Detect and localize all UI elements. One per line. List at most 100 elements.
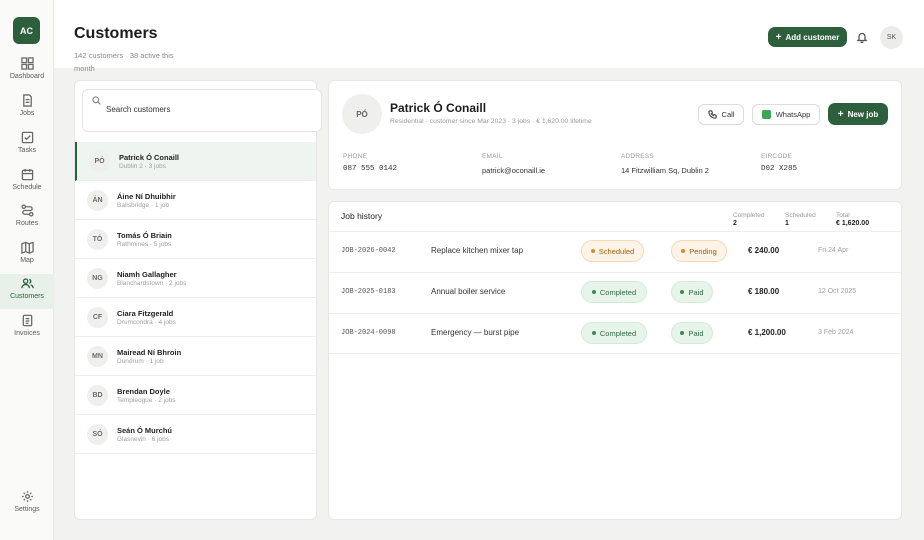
nav-customers[interactable]: Customers bbox=[0, 274, 54, 309]
stat-value: € 1,620.00 bbox=[836, 220, 870, 227]
payment-badge: Paid bbox=[671, 281, 713, 303]
customer-detail-card bbox=[328, 80, 902, 190]
plus-icon: + bbox=[837, 108, 844, 120]
stat-total: Total € 1,620.00 bbox=[836, 212, 869, 227]
customer-meta: Templeogue · 2 jobs bbox=[117, 397, 176, 404]
customer-list-item[interactable]: PÓ Patrick Ó Conaill Dublin 2 · 3 jobs bbox=[75, 142, 316, 181]
customer-list-item[interactable]: MN Mairead Ní Bhroin Dundrum · 1 job bbox=[75, 337, 316, 376]
job-description: Emergency — burst pipe bbox=[431, 328, 520, 337]
payment-text: Paid bbox=[688, 328, 704, 338]
call-label: Call bbox=[721, 110, 735, 119]
avatar: BD bbox=[87, 385, 108, 406]
job-row[interactable]: JOB-2026-0042 Replace kitchen mixer tap … bbox=[329, 231, 901, 272]
customer-list-item[interactable]: NG Niamh Gallagher Blanchardstown · 2 jo… bbox=[75, 259, 316, 298]
avatar: MN bbox=[87, 346, 108, 367]
avatar: NG bbox=[87, 268, 108, 289]
job-row[interactable]: JOB-2024-0098 Emergency — burst pipe Com… bbox=[329, 313, 901, 354]
customer-meta: Blanchardstown · 2 jobs bbox=[117, 280, 187, 287]
status-badge: Completed bbox=[581, 281, 647, 303]
status-text: Scheduled bbox=[598, 246, 635, 256]
customer-meta: Ballsbridge · 1 job bbox=[117, 202, 170, 209]
nav-label: Settings bbox=[14, 506, 40, 513]
nav-settings[interactable]: Settings bbox=[0, 490, 54, 522]
status-badge: Scheduled bbox=[581, 240, 644, 262]
customer-name: Mairead Ní Bhroin bbox=[117, 348, 182, 357]
nav-label: Schedule bbox=[12, 184, 42, 191]
payment-badge: Pending bbox=[671, 240, 727, 262]
stat-value: 2 bbox=[733, 220, 737, 227]
status-dot bbox=[681, 249, 686, 253]
job-description: Replace kitchen mixer tap bbox=[431, 246, 524, 255]
sidebar: AC Dashboard Jobs Tasks Schedule Routes … bbox=[0, 0, 54, 540]
nav-jobs[interactable]: Jobs bbox=[0, 94, 54, 126]
users-icon bbox=[20, 278, 34, 289]
job-description: Annual boiler service bbox=[431, 287, 506, 296]
nav-label: Map bbox=[20, 257, 34, 264]
email-label: EMAIL bbox=[482, 153, 503, 160]
phone-value: 087 555 0142 bbox=[343, 165, 398, 173]
customer-list-item[interactable]: ÁN Áine Ní Dhuibhir Ballsbridge · 1 job bbox=[75, 181, 316, 220]
job-amount: € 240.00 bbox=[748, 246, 780, 255]
nav-schedule[interactable]: Schedule bbox=[0, 168, 54, 200]
job-row[interactable]: JOB-2025-0183 Annual boiler service Comp… bbox=[329, 272, 901, 313]
email-value[interactable]: patrick@oconaill.ie bbox=[482, 166, 545, 175]
job-amount: € 1,200.00 bbox=[748, 328, 786, 337]
status-dot bbox=[591, 331, 596, 335]
eircode-value: D02 X285 bbox=[761, 165, 798, 173]
grid-icon bbox=[20, 57, 34, 70]
customer-detail-name: Patrick Ó Conaill bbox=[390, 101, 487, 115]
customer-name: Áine Ní Dhuibhir bbox=[117, 192, 176, 201]
customer-name: Niamh Gallagher bbox=[117, 270, 177, 279]
address-value: 14 Fitzwilliam Sq, Dublin 2 bbox=[621, 166, 709, 175]
add-customer-button[interactable]: + Add customer bbox=[768, 27, 847, 47]
nav-label: Tasks bbox=[18, 147, 36, 154]
customer-list-item[interactable]: CF Ciara Fitzgerald Drumcondra · 4 jobs bbox=[75, 298, 316, 337]
stat-scheduled: Scheduled 1 bbox=[785, 212, 816, 227]
job-amount: € 180.00 bbox=[748, 287, 780, 296]
payment-badge: Paid bbox=[671, 322, 713, 344]
page-title: Customers bbox=[74, 25, 158, 42]
nav-label: Dashboard bbox=[9, 73, 45, 80]
stat-label: Total bbox=[836, 212, 850, 219]
user-avatar[interactable]: SK bbox=[880, 26, 903, 49]
customer-name: Ciara Fitzgerald bbox=[117, 309, 174, 318]
nav-dashboard[interactable]: Dashboard bbox=[0, 57, 54, 89]
nav-map[interactable]: Map bbox=[0, 241, 54, 273]
map-icon bbox=[20, 241, 34, 254]
customer-name: Tomás Ó Briain bbox=[117, 231, 172, 240]
nav-invoices[interactable]: Invoices bbox=[0, 314, 54, 346]
checkbox-icon bbox=[21, 131, 33, 144]
notifications-button[interactable] bbox=[856, 30, 870, 44]
search-input[interactable] bbox=[106, 105, 306, 114]
payment-text: Pending bbox=[689, 246, 717, 256]
job-date: 3 Feb 2024 bbox=[818, 329, 854, 336]
job-id: JOB-2025-0183 bbox=[341, 288, 396, 296]
customer-meta: Glasnevin · 6 jobs bbox=[117, 436, 170, 443]
job-history-title: Job history bbox=[341, 211, 383, 221]
job-date: 12 Oct 2025 bbox=[818, 288, 857, 295]
customer-name: Seán Ó Murchú bbox=[117, 426, 173, 435]
status-dot bbox=[680, 290, 685, 294]
status-dot bbox=[590, 249, 595, 253]
new-job-button[interactable]: + New job bbox=[828, 103, 888, 125]
customer-list-item[interactable]: SÓ Seán Ó Murchú Glasnevin · 6 jobs bbox=[75, 415, 316, 454]
nav-tasks[interactable]: Tasks bbox=[0, 131, 54, 163]
call-button[interactable]: Call bbox=[698, 104, 744, 125]
nav-routes[interactable]: Routes bbox=[0, 204, 54, 236]
customer-list-item[interactable]: TÓ Tomás Ó Briain Rathmines · 5 jobs bbox=[75, 220, 316, 259]
nav-label: Customers bbox=[10, 293, 44, 300]
plus-icon: + bbox=[775, 31, 782, 43]
route-icon bbox=[20, 204, 34, 217]
whatsapp-icon bbox=[761, 110, 771, 119]
nav-label: Jobs bbox=[19, 110, 35, 117]
job-id: JOB-2026-0042 bbox=[341, 247, 396, 255]
status-dot bbox=[591, 290, 596, 294]
customer-list-item[interactable]: BD Brendan Doyle Templeogue · 2 jobs bbox=[75, 376, 316, 415]
address-label: ADDRESS bbox=[621, 153, 654, 160]
avatar: PÓ bbox=[89, 151, 110, 172]
invoice-icon bbox=[22, 314, 32, 327]
stat-completed: Completed 2 bbox=[733, 212, 764, 227]
payment-text: Paid bbox=[688, 287, 704, 297]
app-logo[interactable]: AC bbox=[13, 17, 40, 44]
whatsapp-button[interactable]: WhatsApp bbox=[752, 104, 820, 125]
